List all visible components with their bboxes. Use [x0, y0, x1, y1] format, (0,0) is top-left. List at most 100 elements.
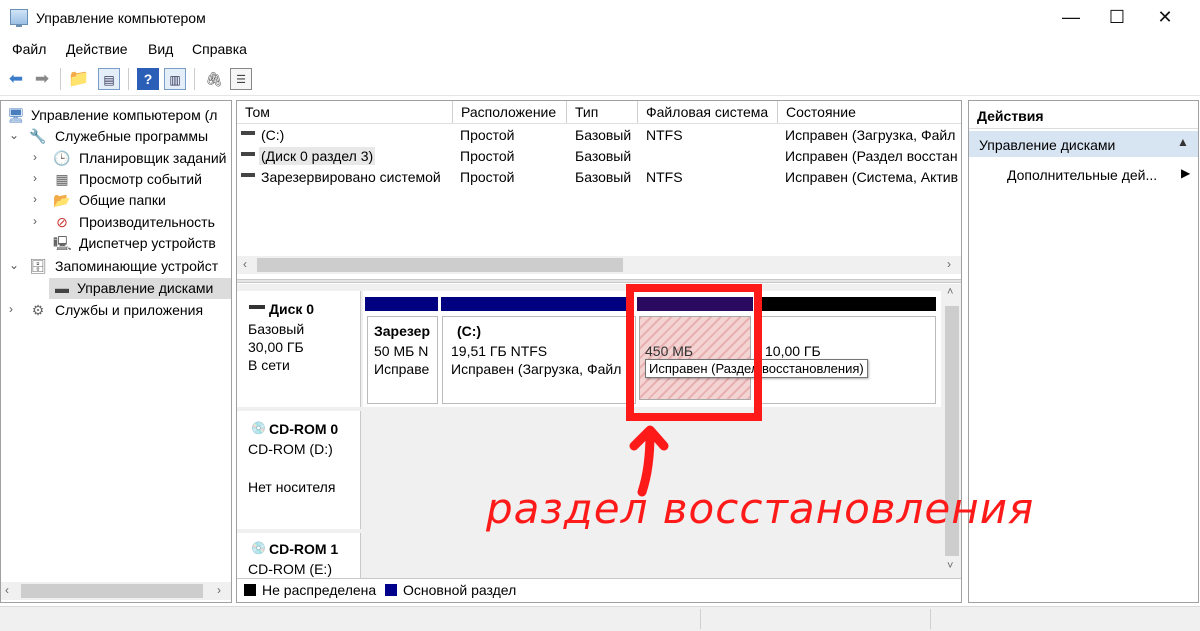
- tree-item-performance[interactable]: › ⊘ Производительность: [1, 212, 231, 233]
- services-icon: ⚙: [31, 302, 45, 318]
- back-arrow-icon[interactable]: ⬅: [5, 68, 27, 90]
- disk-status: Нет носителя: [248, 479, 336, 495]
- scroll-up-icon[interactable]: ˄: [947, 286, 953, 298]
- legend-label: Основной раздел: [403, 582, 517, 598]
- chevron-right-icon[interactable]: ›: [33, 150, 45, 164]
- disk-type: Базовый: [248, 321, 305, 337]
- partition-bar: [365, 297, 438, 311]
- disk-icon: [249, 305, 265, 309]
- column-header-type[interactable]: Тип: [567, 101, 638, 123]
- device-manager-icon: 🖳: [53, 235, 72, 251]
- tree-item-label: Управление компьютером (л: [31, 107, 218, 123]
- storage-icon: 🗄: [29, 258, 47, 274]
- window-title: Управление компьютером: [36, 10, 206, 26]
- close-button[interactable]: ✕: [1142, 0, 1188, 36]
- column-header-status[interactable]: Состояние: [778, 101, 961, 123]
- partition-title: (C:): [457, 323, 482, 339]
- forward-arrow-icon[interactable]: ➡: [31, 68, 53, 90]
- up-folder-icon[interactable]: 📁: [68, 68, 90, 90]
- cell-file-system: NTFS: [646, 169, 683, 185]
- toolbar-separator: [194, 68, 195, 90]
- chevron-right-icon[interactable]: ›: [9, 302, 21, 316]
- pane-splitter[interactable]: [237, 279, 961, 283]
- legend-swatch-primary: [385, 584, 397, 596]
- actions-title: Действия: [977, 108, 1044, 124]
- volume-list-horizontal-scrollbar[interactable]: ‹ ›: [237, 256, 961, 274]
- cell-type: Базовый: [575, 148, 632, 164]
- scroll-left-icon[interactable]: ‹: [5, 583, 9, 597]
- partition-c[interactable]: (C:) 19,51 ГБ NTFS Исправен (Загрузка, Ф…: [442, 316, 636, 404]
- help-icon[interactable]: ?: [137, 68, 159, 90]
- partition-bar: [441, 297, 634, 311]
- table-row[interactable]: (Диск 0 раздел 3) Простой Базовый Исправ…: [237, 146, 961, 167]
- tree-item-services-apps[interactable]: › ⚙ Службы и приложения: [1, 300, 231, 321]
- clock-icon: 🕒: [53, 150, 71, 166]
- scroll-thumb[interactable]: [257, 258, 623, 272]
- cell-type: Базовый: [575, 127, 632, 143]
- disk-area-vertical-scrollbar[interactable]: ˄ ˅: [943, 284, 961, 578]
- scroll-left-icon[interactable]: ‹: [243, 257, 247, 271]
- connect-icon[interactable]: 🖇: [203, 68, 225, 90]
- tree-item-label: Общие папки: [79, 192, 166, 208]
- cell-volume: (Диск 0 раздел 3): [259, 147, 376, 165]
- cell-status: Исправен (Загрузка, Файл: [785, 127, 956, 143]
- column-header-volume[interactable]: Том: [237, 101, 453, 123]
- chevron-right-icon[interactable]: ›: [33, 192, 45, 206]
- column-header-layout[interactable]: Расположение: [453, 101, 567, 123]
- menu-file[interactable]: Файл: [12, 41, 46, 57]
- cdrom-0-label[interactable]: 💿 CD-ROM 0 CD-ROM (D:) Нет носителя: [237, 411, 361, 529]
- tree-item-disk-management[interactable]: ▬ Управление дисками: [49, 278, 231, 299]
- show-hide-tree-icon[interactable]: ▤: [98, 68, 120, 90]
- scroll-right-icon[interactable]: ›: [217, 583, 221, 597]
- scroll-down-icon[interactable]: ˅: [947, 560, 953, 572]
- menu-bar: [0, 38, 1200, 62]
- actions-section-disk-management[interactable]: Управление дисками ▲: [969, 131, 1198, 157]
- collapse-icon[interactable]: ▲: [1177, 135, 1189, 149]
- tree-item-label: Запоминающие устройст: [55, 258, 219, 274]
- computer-icon: 🖥: [7, 107, 25, 123]
- tree-horizontal-scrollbar[interactable]: ‹ ›: [1, 582, 231, 600]
- legend: Не распределена Основной раздел: [237, 578, 961, 602]
- tree-item-storage[interactable]: ⌄ 🗄 Запоминающие устройст: [1, 256, 231, 277]
- chevron-down-icon[interactable]: ⌄: [9, 258, 21, 272]
- more-actions-label: Дополнительные дей...: [1007, 167, 1158, 183]
- table-row[interactable]: (C:) Простой Базовый NTFS Исправен (Загр…: [237, 125, 961, 146]
- menu-view[interactable]: Вид: [148, 41, 173, 57]
- chevron-right-icon[interactable]: ›: [33, 171, 45, 185]
- chevron-down-icon[interactable]: ⌄: [9, 128, 21, 142]
- cell-layout: Простой: [460, 169, 515, 185]
- partition-system-reserved[interactable]: Зарезер 50 МБ N Исправе: [367, 316, 438, 404]
- tools-icon: 🔧: [29, 128, 47, 144]
- disk-name: CD-ROM 1: [269, 541, 339, 557]
- minimize-button[interactable]: —: [1048, 0, 1094, 36]
- column-header-file-system[interactable]: Файловая система: [638, 101, 778, 123]
- tree-item-computer-management[interactable]: 🖥 Управление компьютером (л: [1, 105, 231, 126]
- table-row[interactable]: Зарезервировано системой Простой Базовый…: [237, 167, 961, 188]
- scroll-right-icon[interactable]: ›: [947, 257, 951, 271]
- chevron-right-icon[interactable]: ›: [33, 214, 45, 228]
- cdrom-icon: 💿: [251, 541, 266, 555]
- tree-item-shared-folders[interactable]: › 📂 Общие папки: [1, 190, 231, 211]
- list-view-icon[interactable]: ☰: [230, 68, 252, 90]
- tree-item-device-manager[interactable]: 🖳 Диспетчер устройств: [1, 233, 231, 254]
- scroll-thumb[interactable]: [21, 584, 203, 598]
- cell-status: Исправен (Система, Актив: [785, 169, 959, 185]
- cell-status: Исправен (Раздел восстан: [785, 148, 958, 164]
- more-actions-item[interactable]: Дополнительные дей... ▶: [969, 163, 1198, 187]
- maximize-button[interactable]: ☐: [1094, 0, 1140, 36]
- cdrom-1-label[interactable]: 💿 CD-ROM 1 CD-ROM (E:): [237, 533, 361, 578]
- disk-status: В сети: [248, 357, 290, 373]
- tree-item-system-tools[interactable]: ⌄ 🔧 Служебные программы: [1, 126, 231, 147]
- properties-pane-icon[interactable]: ▥: [164, 68, 186, 90]
- partition-size: 10,00 ГБ: [765, 343, 821, 359]
- tree-item-task-scheduler[interactable]: › 🕒 Планировщик заданий: [1, 148, 231, 169]
- shared-folder-icon: 📂: [53, 192, 71, 208]
- menu-action[interactable]: Действие: [66, 41, 128, 57]
- tree-item-label: Диспетчер устройств: [79, 235, 216, 251]
- menu-help[interactable]: Справка: [192, 41, 247, 57]
- tree-item-event-viewer[interactable]: › ▦ Просмотр событий: [1, 169, 231, 190]
- actions-header: Действия: [969, 101, 1198, 129]
- annotation-label: раздел восстановления: [486, 484, 1035, 533]
- disk-0-label[interactable]: Диск 0 Базовый 30,00 ГБ В сети: [237, 291, 361, 407]
- tree-item-label: Производительность: [79, 214, 215, 230]
